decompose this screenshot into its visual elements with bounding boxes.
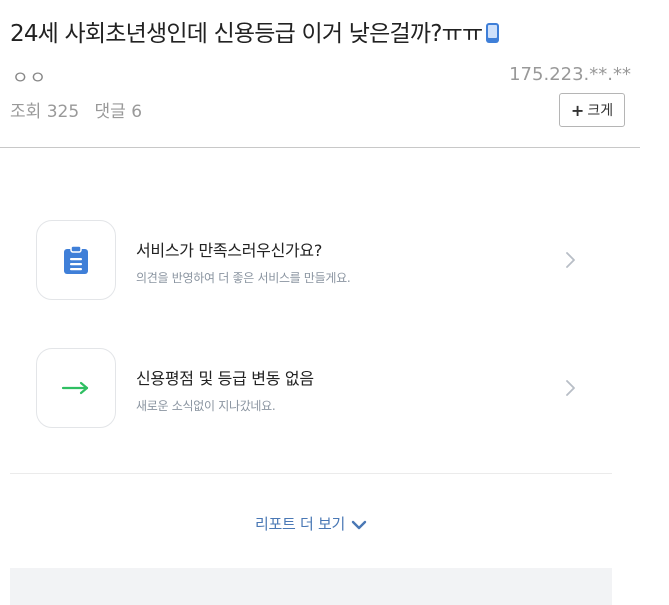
card-icon-box bbox=[36, 220, 116, 300]
comments-label: 댓글 bbox=[94, 102, 126, 122]
arrow-right-icon bbox=[61, 381, 89, 395]
more-report-link[interactable]: 리포트 더 보기 bbox=[0, 513, 622, 534]
card-subtitle: 새로운 소식없이 지나갔네요. bbox=[136, 399, 276, 413]
enlarge-label: 크게 bbox=[587, 103, 614, 119]
author-ip: 175.223.**.** bbox=[509, 64, 631, 85]
card-icon-box bbox=[36, 348, 116, 428]
post-title: 24세 사회초년생인데 신용등급 이거 낮은걸까?ㅠㅠ bbox=[10, 14, 500, 48]
views-label: 조회 bbox=[10, 102, 42, 122]
mobile-phone-icon bbox=[486, 23, 500, 43]
card-service-feedback[interactable]: 서비스가 만족스러우신가요? 의견을 반영하여 더 좋은 서비스를 만들게요. bbox=[36, 220, 616, 300]
more-report-label: 리포트 더 보기 bbox=[255, 515, 345, 533]
plus-icon: + bbox=[570, 100, 585, 120]
post-author[interactable]: ㅇㅇ bbox=[12, 64, 47, 90]
header-divider bbox=[0, 147, 640, 148]
card-credit-status[interactable]: 신용평점 및 등급 변동 없음 새로운 소식없이 지나갔네요. bbox=[36, 348, 616, 428]
views-count: 325 bbox=[46, 102, 80, 122]
card-subtitle: 의견을 반영하여 더 좋은 서비스를 만들게요. bbox=[136, 271, 351, 285]
chevron-right-icon bbox=[566, 252, 575, 268]
enlarge-text-button[interactable]: + 크게 bbox=[559, 93, 625, 127]
card-title: 서비스가 만족스러우신가요? bbox=[136, 241, 323, 260]
chevron-down-icon bbox=[351, 520, 367, 530]
post-meta: 조회 325 댓글 6 bbox=[10, 97, 142, 122]
clipboard-icon bbox=[64, 245, 88, 274]
card-title: 신용평점 및 등급 변동 없음 bbox=[136, 369, 314, 388]
post-header: 24세 사회초년생인데 신용등급 이거 낮은걸까?ㅠㅠ ㅇㅇ 175.223.*… bbox=[0, 0, 669, 150]
chevron-right-icon bbox=[566, 380, 575, 396]
post-title-text: 24세 사회초년생인데 신용등급 이거 낮은걸까?ㅠㅠ bbox=[10, 21, 483, 47]
section-divider bbox=[10, 473, 612, 474]
bottom-band bbox=[10, 568, 612, 605]
comments-count: 6 bbox=[131, 102, 143, 122]
